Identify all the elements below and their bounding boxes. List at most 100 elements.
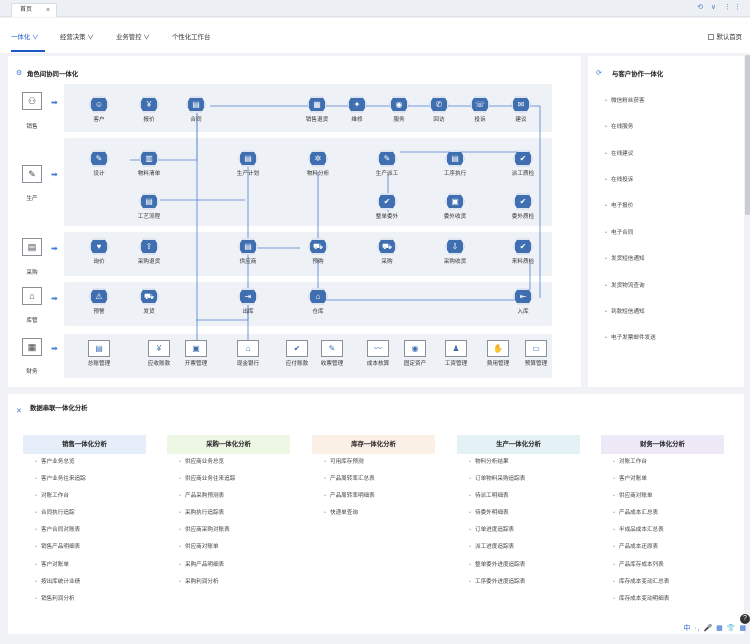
collab-item[interactable]: • 到款短信通知	[605, 307, 645, 315]
analysis-link[interactable]: • 快递单查询	[312, 505, 435, 522]
analysis-link[interactable]: • 供应商业务往来追踪	[167, 471, 290, 488]
collab-item[interactable]: • 微信粉丝获客	[605, 96, 645, 104]
analysis-link[interactable]: • 销售利润分析	[23, 591, 146, 608]
node-dispatch[interactable]: ✎ 生产派工	[372, 150, 402, 177]
analysis-link[interactable]: • 供应商对账单	[601, 488, 724, 505]
analysis-link[interactable]: • 合同执行追踪	[23, 505, 146, 522]
collab-item[interactable]: • 发货短信通知	[605, 254, 645, 262]
collab-item[interactable]: • 发货物流查询	[605, 281, 645, 289]
sync-icon: ⟳	[596, 70, 602, 77]
analysis-link[interactable]: • 采购利润分析	[167, 574, 290, 591]
node-revisit[interactable]: ✆ 回访	[424, 96, 454, 123]
node-warehouse[interactable]: ⌂ 仓库	[303, 288, 333, 315]
node-material-analysis[interactable]: ✲ 物料分析	[303, 150, 333, 177]
node-payroll[interactable]: ♟ 工资管理	[438, 340, 474, 367]
analysis-link[interactable]: • 对账工作台	[601, 454, 724, 471]
node-purchase[interactable]: ⛟ 采购	[372, 238, 402, 265]
analysis-link[interactable]: • 按出库统计业绩	[23, 574, 146, 591]
analysis-link[interactable]: • 客户对账单	[601, 471, 724, 488]
node-outsource[interactable]: ✔ 整单委外	[372, 193, 402, 220]
node-sales-return[interactable]: ▦ 销售退货	[302, 96, 332, 123]
node-payables[interactable]: ✔ 应付账款	[279, 340, 315, 367]
analysis-link[interactable]: • 待派工明细表	[457, 488, 580, 505]
scrollbar[interactable]	[745, 55, 750, 215]
ime-toolbar[interactable]: 中 ·, 🎤 ▦ 👕 ▦	[683, 623, 747, 633]
analysis-link[interactable]: • 产品库存成本列表	[601, 557, 724, 574]
analysis-link[interactable]: • 产品周转率明细表	[312, 488, 435, 505]
node-receivables[interactable]: ¥ 应收账款	[141, 340, 177, 367]
node-outbound[interactable]: ⇥ 出库	[233, 288, 263, 315]
analysis-link[interactable]: • 库存成本变动汇总表	[601, 574, 724, 591]
role-sales: 销售	[26, 124, 38, 130]
node-incoming-qc[interactable]: ✔ 来料质检	[508, 238, 538, 265]
node-outsource-qc[interactable]: ✔ 委外质检	[508, 193, 538, 220]
node-complaint[interactable]: ☏ 投诉	[465, 96, 495, 123]
collab-item[interactable]: • 电子发票邮件发送	[605, 333, 656, 341]
analysis-link[interactable]: • 库存成本变动明细表	[601, 591, 724, 608]
collab-item[interactable]: • 在线建议	[605, 149, 633, 157]
node-inquiry[interactable]: ♥ 询价	[84, 238, 114, 265]
node-budget[interactable]: ▭ 预算管理	[518, 340, 554, 367]
collab-item[interactable]: • 在线服务	[605, 122, 633, 130]
suggestion-icon: ✉	[511, 96, 531, 113]
node-cost-accounting[interactable]: 〰成本核算	[360, 340, 396, 367]
node-cash-bank[interactable]: ⌂ 现金银行	[230, 340, 266, 367]
node-customer[interactable]: ☺ 客户	[84, 96, 114, 123]
node-expense[interactable]: ✋ 费用管理	[480, 340, 516, 367]
analysis-link[interactable]: • 半成品成本汇总表	[601, 522, 724, 539]
analysis-link[interactable]: • 整单委外进度追踪表	[457, 557, 580, 574]
node-design[interactable]: ✎ 设计	[84, 150, 114, 177]
node-purchase-receive[interactable]: ⇩ 采购收货	[440, 238, 470, 265]
analysis-link[interactable]: • 工序委外进度追踪表	[457, 574, 580, 591]
node-fixed-assets[interactable]: ◉ 固定资产	[397, 340, 433, 367]
collab-item-label: 电子合同	[610, 230, 634, 236]
node-alert[interactable]: ⚠ 预警	[84, 288, 114, 315]
node-routing[interactable]: ▤ 工艺流程	[134, 193, 164, 220]
node-pre-purchase[interactable]: ⛟ 预购	[303, 238, 333, 265]
collab-item[interactable]: • 电子报价	[605, 201, 633, 209]
node-receipt-invoice[interactable]: ✎ 收票管理	[314, 340, 350, 367]
node-dispatch-qc[interactable]: ✔ 派工质检	[508, 150, 538, 177]
shield-check-icon: ✔	[513, 193, 533, 210]
analysis-link[interactable]: • 可用库存预测	[312, 454, 435, 471]
receive-icon: ▣	[445, 193, 465, 210]
analysis-link[interactable]: • 对账工作台	[23, 488, 146, 505]
analysis-link[interactable]: • 客户合同对账表	[23, 522, 146, 539]
node-repair[interactable]: ✦ 维修	[342, 96, 372, 123]
node-supplier[interactable]: ▤ 供应商	[233, 238, 263, 265]
analysis-link[interactable]: • 客户业务总览	[23, 454, 146, 471]
analysis-link[interactable]: • 供应商采购对账表	[167, 522, 290, 539]
analysis-link[interactable]: • 产品采购预测表	[167, 488, 290, 505]
analysis-link[interactable]: • 物料分析结果	[457, 454, 580, 471]
node-quote[interactable]: ¥ 报价	[134, 96, 164, 123]
analysis-link[interactable]: • 采购产品明细表	[167, 557, 290, 574]
analysis-link[interactable]: • 销售产品明细表	[23, 539, 146, 556]
analysis-link[interactable]: • 供应商对账单	[167, 539, 290, 556]
node-suggestion[interactable]: ✉ 建议	[506, 96, 536, 123]
analysis-link[interactable]: • 采购执行追踪表	[167, 505, 290, 522]
node-production-plan[interactable]: ▤ 生产计划	[233, 150, 263, 177]
analysis-link[interactable]: • 产品成本汇总表	[601, 505, 724, 522]
node-general-ledger[interactable]: ▤ 总账管理	[81, 340, 117, 367]
analysis-link[interactable]: • 订单物料采购追踪表	[457, 471, 580, 488]
node-invoicing[interactable]: ▣ 开票管理	[178, 340, 214, 367]
analysis-link[interactable]: • 客户业务往来追踪	[23, 471, 146, 488]
analysis-link[interactable]: • 客户对账单	[23, 557, 146, 574]
node-shipping[interactable]: ⛟ 发货	[134, 288, 164, 315]
analysis-link[interactable]: • 供应商业务总览	[167, 454, 290, 471]
node-contract[interactable]: ▤ 合同	[181, 96, 211, 123]
node-bom[interactable]: ▥ 物料清单	[134, 150, 164, 177]
node-service[interactable]: ◉ 服务	[384, 96, 414, 123]
analysis-link[interactable]: • 待委外明细表	[457, 505, 580, 522]
node-outsource-receive[interactable]: ▣ 委外收货	[440, 193, 470, 220]
analysis-link[interactable]: • 产品周转率汇总表	[312, 471, 435, 488]
node-purchase-return[interactable]: ⇪ 采购退货	[134, 238, 164, 265]
node-inbound[interactable]: ⇤ 入库	[508, 288, 538, 315]
collab-item[interactable]: • 在线投诉	[605, 175, 633, 183]
analysis-link[interactable]: • 派工进度追踪表	[457, 539, 580, 556]
analysis-link[interactable]: • 产品成本还原表	[601, 539, 724, 556]
service-icon: ◉	[389, 96, 409, 113]
collab-item[interactable]: • 电子合同	[605, 228, 633, 236]
analysis-link[interactable]: • 订单进度追踪表	[457, 522, 580, 539]
node-process-exec[interactable]: ▤ 工序执行	[440, 150, 470, 177]
